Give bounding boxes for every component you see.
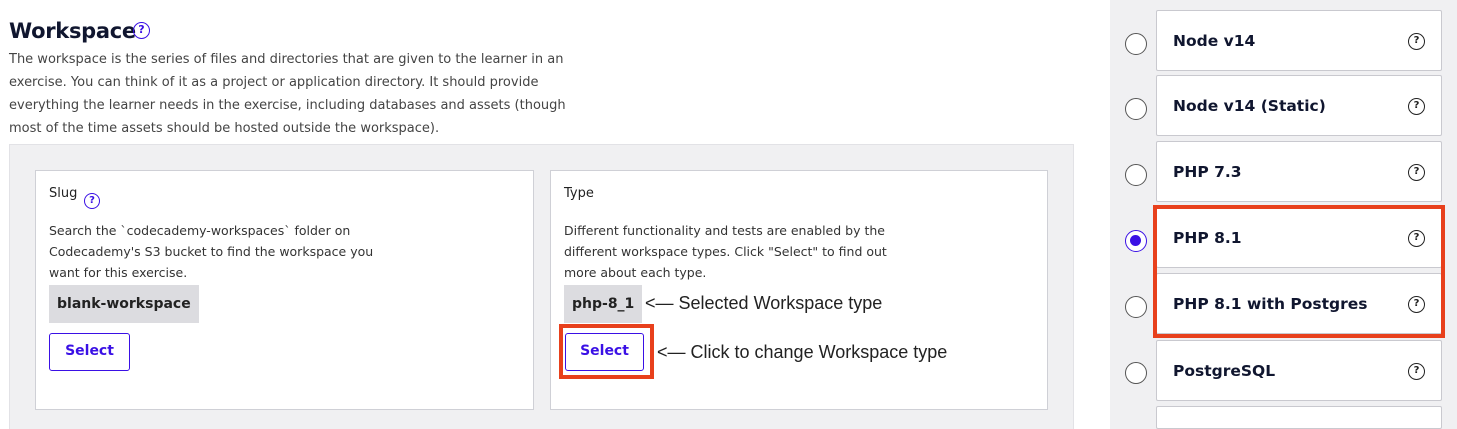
help-icon[interactable]: ? xyxy=(1408,363,1425,380)
sidebar-highlight-box xyxy=(1153,205,1445,338)
type-value: php-8_1 xyxy=(564,285,643,323)
help-icon[interactable]: ? xyxy=(1408,98,1425,115)
slug-select-button[interactable]: Select xyxy=(49,333,130,371)
type-description: Different functionality and tests are en… xyxy=(564,223,887,280)
radio-node-v14-static[interactable] xyxy=(1125,98,1147,120)
option-label: PHP 7.3 xyxy=(1173,163,1242,181)
option-label: Node v14 xyxy=(1173,32,1256,50)
slug-value: blank-workspace xyxy=(49,285,199,323)
type-label: Type xyxy=(564,186,594,201)
option-postgresql[interactable]: PostgreSQL ? xyxy=(1156,340,1442,401)
help-icon[interactable]: ? xyxy=(1408,33,1425,50)
option-label: Node v14 (Static) xyxy=(1173,97,1326,115)
option-partial[interactable] xyxy=(1156,406,1442,429)
change-type-annotation: <— Click to change Workspace type xyxy=(657,342,948,362)
slug-description: Search the `codecademy-workspaces` folde… xyxy=(49,223,374,280)
slug-label: Slug xyxy=(49,186,78,201)
help-icon[interactable]: ? xyxy=(133,22,150,39)
radio-php-8-1[interactable] xyxy=(1125,230,1147,252)
workspace-description: The workspace is the series of files and… xyxy=(9,52,566,136)
option-node-v14-static[interactable]: Node v14 (Static) ? xyxy=(1156,75,1442,136)
option-node-v14[interactable]: Node v14 ? xyxy=(1156,10,1442,71)
radio-php-8-1-postgres[interactable] xyxy=(1125,296,1147,318)
slug-card: Slug ? Search the `codecademy-workspaces… xyxy=(35,170,534,410)
option-label: PostgreSQL xyxy=(1173,362,1276,380)
radio-node-v14[interactable] xyxy=(1125,33,1147,55)
select-highlight-box xyxy=(559,324,654,379)
radio-php-7-3[interactable] xyxy=(1125,164,1147,186)
page-title: Workspace xyxy=(9,19,136,43)
radio-postgresql[interactable] xyxy=(1125,362,1147,384)
option-php-7-3[interactable]: PHP 7.3 ? xyxy=(1156,141,1442,202)
help-icon[interactable]: ? xyxy=(1408,164,1425,181)
help-icon[interactable]: ? xyxy=(84,193,100,209)
selected-type-annotation: <— Selected Workspace type xyxy=(645,293,883,313)
